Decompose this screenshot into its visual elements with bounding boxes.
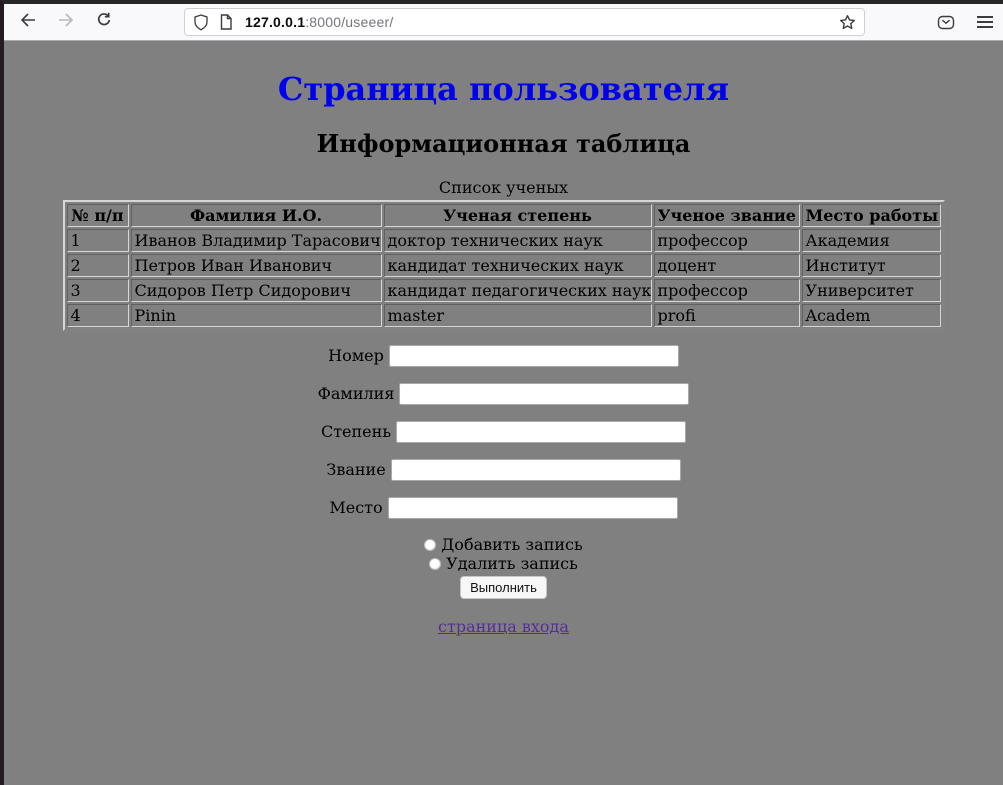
header-rank: Ученое звание [654, 204, 800, 227]
page-subtitle: Информационная таблица [4, 129, 1003, 158]
scientists-table: Список ученых № п/п Фамилия И.О. Ученая … [63, 178, 945, 331]
url-path: :8000/useeer/ [305, 14, 393, 30]
form-row-degree: Степень [4, 421, 1003, 443]
header-degree: Ученая степень [384, 204, 652, 227]
header-number: № п/п [67, 204, 129, 227]
cell-workplace: Academ [802, 304, 941, 327]
login-page-link[interactable]: страница входа [438, 617, 569, 636]
cell-rank: profi [654, 304, 800, 327]
cell-number: 2 [67, 254, 129, 277]
cell-surname: Pinin [131, 304, 382, 327]
cell-number: 4 [67, 304, 129, 327]
cell-workplace: Институт [802, 254, 941, 277]
bookmark-star-icon[interactable] [839, 14, 856, 31]
cell-rank: доцент [654, 254, 800, 277]
cell-number: 1 [67, 229, 129, 252]
pocket-icon[interactable] [937, 14, 955, 31]
number-field[interactable] [389, 345, 679, 367]
form-row-place: Место [4, 497, 1003, 519]
rank-label: Звание [326, 460, 385, 479]
browser-window: 127.0.0.1:8000/useeer/ Страница пользова… [0, 0, 1003, 785]
degree-field[interactable] [396, 421, 686, 443]
table-row: 4 Pinin master profi Academ [67, 304, 941, 327]
cell-degree: доктор технических наук [384, 229, 652, 252]
cell-degree: master [384, 304, 652, 327]
cell-workplace: Академия [802, 229, 941, 252]
back-arrow-icon [20, 12, 36, 33]
url-host: 127.0.0.1 [245, 14, 305, 30]
menu-icon[interactable] [977, 16, 993, 28]
table-row: 2 Петров Иван Иванович кандидат техничес… [67, 254, 941, 277]
page-content: Страница пользователя Информационная таб… [4, 41, 1003, 636]
table-caption: Список ученых [63, 178, 945, 200]
page-icon[interactable] [219, 14, 233, 30]
place-field[interactable] [388, 497, 678, 519]
delete-record-radio[interactable] [429, 558, 441, 570]
surname-label: Фамилия [318, 384, 395, 403]
form-row-rank: Звание [4, 459, 1003, 481]
delete-record-label: Удалить запись [446, 554, 578, 573]
number-label: Номер [328, 346, 384, 365]
link-row: страница входа [4, 617, 1003, 636]
cell-degree: кандидат педагогических наук [384, 279, 652, 302]
forward-arrow-icon [58, 12, 74, 33]
cell-surname: Петров Иван Иванович [131, 254, 382, 277]
cell-rank: профессор [654, 229, 800, 252]
url-text[interactable]: 127.0.0.1:8000/useeer/ [245, 14, 839, 30]
execute-button[interactable]: Выполнить [460, 576, 547, 599]
add-record-radio[interactable] [424, 539, 436, 551]
cell-surname: Иванов Владимир Тарасович [131, 229, 382, 252]
rank-field[interactable] [391, 459, 681, 481]
address-bar[interactable]: 127.0.0.1:8000/useeer/ [184, 8, 865, 36]
header-workplace: Место работы [802, 204, 941, 227]
degree-label: Степень [321, 422, 391, 441]
form-row-surname: Фамилия [4, 383, 1003, 405]
form-row-number: Номер [4, 345, 1003, 367]
back-button[interactable] [14, 8, 42, 36]
cell-degree: кандидат технических наук [384, 254, 652, 277]
place-label: Место [329, 498, 382, 517]
cell-workplace: Университет [802, 279, 941, 302]
page-title: Страница пользователя [4, 70, 1003, 108]
radio-row-add: Добавить запись [4, 535, 1003, 554]
reload-button[interactable] [90, 8, 118, 36]
browser-toolbar: 127.0.0.1:8000/useeer/ [4, 4, 1003, 41]
shield-icon[interactable] [193, 14, 209, 31]
radio-row-delete: Удалить запись [4, 554, 1003, 573]
reload-icon [96, 12, 112, 33]
record-form: Номер Фамилия Степень Звание Место Добав… [4, 345, 1003, 599]
table-header-row: № п/п Фамилия И.О. Ученая степень Ученое… [67, 204, 941, 227]
table-row: 1 Иванов Владимир Тарасович доктор техни… [67, 229, 941, 252]
table-row: 3 Сидоров Петр Сидорович кандидат педаго… [67, 279, 941, 302]
cell-number: 3 [67, 279, 129, 302]
surname-field[interactable] [399, 383, 689, 405]
add-record-label: Добавить запись [441, 535, 582, 554]
forward-button[interactable] [52, 8, 80, 36]
cell-surname: Сидоров Петр Сидорович [131, 279, 382, 302]
cell-rank: профессор [654, 279, 800, 302]
header-surname: Фамилия И.О. [131, 204, 382, 227]
button-row: Выполнить [4, 576, 1003, 599]
